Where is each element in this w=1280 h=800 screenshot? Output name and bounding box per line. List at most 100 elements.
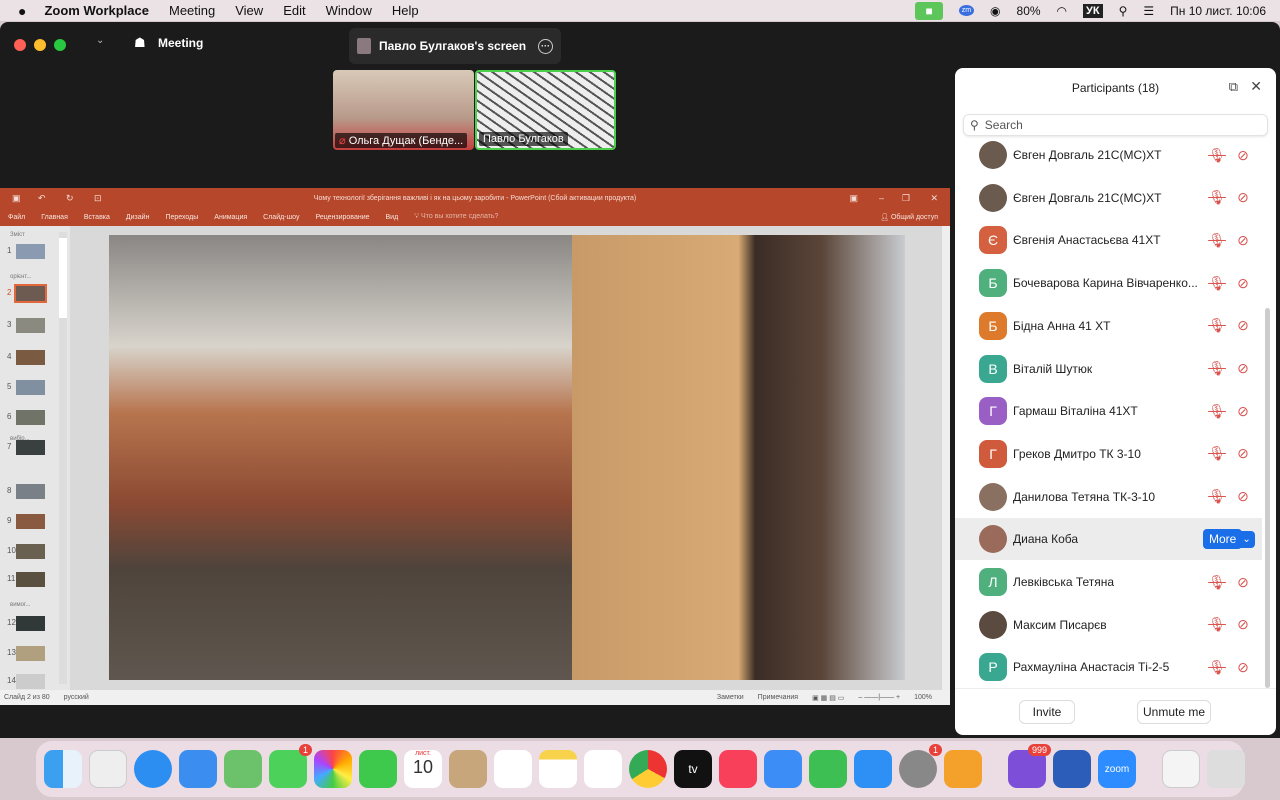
video-off-icon[interactable]: ⊘	[1233, 574, 1253, 591]
chevron-down-icon[interactable]: ⌄	[1238, 530, 1255, 548]
reminders-icon[interactable]	[494, 750, 532, 788]
video-off-icon[interactable]: ⊘	[1233, 445, 1253, 462]
participant-row[interactable]: Диана Коба More ⌄	[955, 518, 1262, 561]
video-off-icon[interactable]: ⊘	[1233, 360, 1253, 377]
slide-thumbnail[interactable]	[16, 380, 45, 395]
zoom-level[interactable]: 100%	[914, 694, 932, 701]
video-off-icon[interactable]: ⊘	[1233, 317, 1253, 334]
clock[interactable]: Пн 10 лист. 10:06	[1170, 4, 1266, 18]
apple-icon[interactable]: ●	[18, 3, 26, 19]
video-off-icon[interactable]: ⊘	[1233, 659, 1253, 676]
excel-document-icon[interactable]	[1162, 750, 1200, 788]
participant-row[interactable]: Р Рахмауліна Анастасія Ті-2-5 🎙︎ ⊘	[955, 646, 1262, 688]
video-tile[interactable]: ⌀ Ольга Дущак (Бенде...	[333, 70, 474, 150]
system-settings-icon[interactable]: 1	[899, 744, 942, 788]
ribbon-display-icon[interactable]: ▣	[849, 193, 858, 204]
control-center-icon[interactable]: ☰	[1143, 4, 1154, 18]
music-icon[interactable]	[719, 750, 757, 788]
tab-design[interactable]: Дизайн	[126, 214, 150, 221]
wifi-icon[interactable]: ◠	[1057, 4, 1067, 18]
facetime-icon[interactable]	[359, 750, 397, 788]
minimize-window-button[interactable]	[34, 39, 46, 51]
meeting-info-icon[interactable]: ☗	[134, 35, 146, 51]
tab-review[interactable]: Рецензирование	[315, 214, 369, 221]
participant-row[interactable]: Л Левківська Тетяна 🎙︎ ⊘	[955, 561, 1262, 603]
mic-muted-icon[interactable]: 🎙︎	[1207, 574, 1227, 591]
participant-row[interactable]: Є Євгенія Анастасьєва 41ХТ 🎙︎ ⊘	[955, 219, 1262, 261]
keynote-icon[interactable]	[764, 750, 802, 788]
contacts-icon[interactable]	[449, 750, 487, 788]
section-header[interactable]: орієнт...	[10, 274, 31, 280]
photos-icon[interactable]	[314, 750, 352, 788]
slide-thumbnail[interactable]	[16, 318, 45, 333]
trash-icon[interactable]	[1207, 750, 1245, 788]
restore-icon[interactable]: ❐	[902, 193, 910, 204]
mic-muted-icon[interactable]: 🎙︎	[1207, 189, 1227, 206]
tab-view[interactable]: Вид	[386, 214, 399, 221]
launchpad-icon[interactable]	[89, 750, 127, 788]
input-language[interactable]: УК	[1083, 3, 1103, 18]
safari-icon[interactable]	[134, 750, 172, 788]
slide-thumbnail[interactable]	[16, 440, 45, 455]
section-header[interactable]: Зміст	[10, 232, 25, 238]
redo-icon[interactable]: ↻	[66, 193, 74, 204]
participant-row[interactable]: Євген Довгаль 21С(МС)ХТ 🎙︎ ⊘	[955, 177, 1262, 219]
tell-me-input[interactable]: 💡︎ Что вы хотите сделать?	[414, 213, 498, 221]
mic-muted-icon[interactable]: 🎙︎	[1207, 360, 1227, 377]
chrome-icon[interactable]	[629, 750, 667, 788]
pop-out-icon[interactable]: ⧉	[1229, 79, 1238, 95]
maps-icon[interactable]	[224, 750, 262, 788]
slide-thumbnail[interactable]	[16, 484, 45, 499]
zoom-icon[interactable]: zoom	[1098, 750, 1136, 788]
notes-icon[interactable]	[539, 750, 577, 788]
participant-row[interactable]: Г Греков Дмитро ТК 3-10 🎙︎ ⊘	[955, 433, 1262, 475]
video-off-icon[interactable]: ⊘	[1233, 488, 1253, 505]
video-off-icon[interactable]: ⊘	[1233, 147, 1253, 164]
zoom-camera-status-icon[interactable]: ■	[915, 1, 943, 20]
maximize-window-button[interactable]	[54, 39, 66, 51]
undo-icon[interactable]: ↶	[38, 193, 46, 204]
video-off-icon[interactable]: ⊘	[1233, 403, 1253, 420]
slide-scrollbar[interactable]	[942, 226, 950, 690]
slide-thumbnail[interactable]	[16, 572, 45, 587]
tab-insert[interactable]: Вставка	[84, 214, 110, 221]
participant-row[interactable]: Євген Довгаль 21С(МС)ХТ 🎙︎ ⊘	[955, 134, 1262, 176]
mail-icon[interactable]	[179, 750, 217, 788]
close-icon[interactable]: ✕	[930, 193, 938, 204]
participant-row[interactable]: Б Бідна Анна 41 ХТ 🎙︎ ⊘	[955, 305, 1262, 347]
zoom-slider[interactable]: – ——|—— +	[858, 694, 900, 701]
notes-button[interactable]: Заметки	[717, 694, 744, 701]
participant-row[interactable]: В Віталій Шутюк 🎙︎ ⊘	[955, 348, 1262, 390]
menu-edit[interactable]: Edit	[283, 3, 305, 18]
slide-thumbnails-pane[interactable]: Зміст орієнт... вибір... вимог... 1 2 3 4 5 6 7 8 9 1…	[0, 226, 68, 690]
viber-icon[interactable]: 999	[1008, 744, 1051, 788]
save-icon[interactable]: ▣	[12, 193, 21, 204]
app-store-icon[interactable]	[854, 750, 892, 788]
invite-button[interactable]: Invite	[1019, 700, 1075, 724]
mic-muted-icon[interactable]: 🎙︎	[1207, 317, 1227, 334]
video-tile-active-speaker[interactable]: Павло Булгаков	[475, 70, 616, 150]
participant-row[interactable]: Г Гармаш Віталіна 41ХТ 🎙︎ ⊘	[955, 390, 1262, 432]
zoom-menu-icon[interactable]: zm	[958, 5, 975, 16]
screen-share-indicator[interactable]: Павло Булгаков's screen ···	[349, 28, 561, 64]
pages-icon[interactable]	[944, 750, 982, 788]
slide-thumbnail[interactable]	[16, 244, 45, 259]
mic-muted-icon[interactable]: 🎙︎	[1207, 488, 1227, 505]
video-off-icon[interactable]: ⊘	[1233, 275, 1253, 292]
mic-muted-icon[interactable]: 🎙︎	[1207, 616, 1227, 633]
present-icon[interactable]: ⊡	[94, 193, 102, 204]
slide-thumbnail[interactable]	[16, 350, 45, 365]
more-button[interactable]: More	[1203, 529, 1243, 550]
calendar-icon[interactable]: лист. 10	[404, 750, 442, 788]
numbers-icon[interactable]	[809, 750, 847, 788]
participant-list-scrollbar[interactable]	[1265, 308, 1270, 688]
unmute-me-button[interactable]: Unmute me	[1137, 700, 1211, 724]
video-off-icon[interactable]: ⊘	[1233, 616, 1253, 633]
section-header[interactable]: вимог...	[10, 602, 30, 608]
menu-app-name[interactable]: Zoom Workplace	[44, 3, 149, 18]
mic-muted-icon[interactable]: 🎙︎	[1207, 232, 1227, 249]
finder-icon[interactable]	[44, 750, 82, 788]
mic-muted-icon[interactable]: 🎙︎	[1207, 659, 1227, 676]
slide-thumbnail[interactable]	[14, 284, 47, 303]
battery-percent[interactable]: 80%	[1017, 4, 1041, 18]
